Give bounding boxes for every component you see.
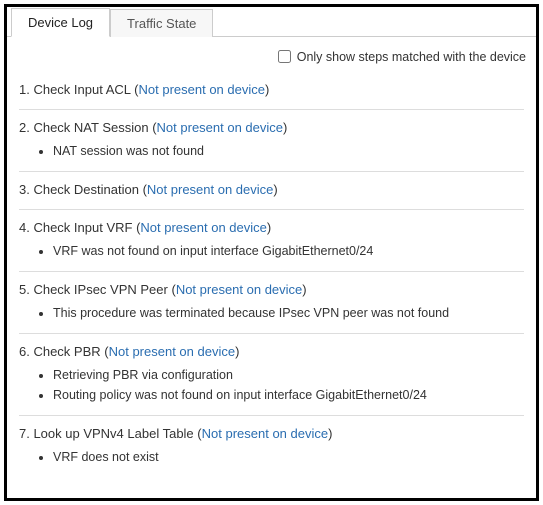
step-number: 6. bbox=[19, 344, 30, 359]
step-number: 1. bbox=[19, 82, 30, 97]
step: 4. Check Input VRF (Not present on devic… bbox=[19, 210, 524, 272]
step-title: 4. Check Input VRF (Not present on devic… bbox=[19, 220, 524, 235]
step-note-link[interactable]: Not present on device bbox=[176, 282, 302, 297]
step-number: 7. bbox=[19, 426, 30, 441]
step: 5. Check IPsec VPN Peer (Not present on … bbox=[19, 272, 524, 334]
step: 6. Check PBR (Not present on device) Retr… bbox=[19, 334, 524, 416]
step-details: Retrieving PBR via configurationRouting … bbox=[19, 365, 524, 405]
only-matched-checkbox[interactable] bbox=[278, 50, 291, 63]
step: 3. Check Destination (Not present on dev… bbox=[19, 172, 524, 210]
step: 1. Check Input ACL (Not present on devic… bbox=[19, 72, 524, 110]
tab-bar: Device Log Traffic State bbox=[7, 7, 536, 37]
step-detail-item: Retrieving PBR via configuration bbox=[53, 365, 524, 385]
step-detail-item: NAT session was not found bbox=[53, 141, 524, 161]
step-number: 3. bbox=[19, 182, 30, 197]
step-name: Check Input VRF bbox=[30, 220, 136, 235]
step-name: Check PBR bbox=[30, 344, 104, 359]
step-name: Check Destination bbox=[30, 182, 143, 197]
step-name: Check IPsec VPN Peer bbox=[30, 282, 172, 297]
step-name: Check NAT Session bbox=[30, 120, 152, 135]
step-note-link[interactable]: Not present on device bbox=[202, 426, 328, 441]
step-note-link[interactable]: Not present on device bbox=[109, 344, 235, 359]
step: 7. Look up VPNv4 Label Table (Not presen… bbox=[19, 416, 524, 477]
step-name: Look up VPNv4 Label Table bbox=[30, 426, 197, 441]
step-title: 2. Check NAT Session (Not present on dev… bbox=[19, 120, 524, 135]
step-title: 3. Check Destination (Not present on dev… bbox=[19, 182, 524, 197]
steps-list: 1. Check Input ACL (Not present on devic… bbox=[7, 72, 536, 487]
step-note-link[interactable]: Not present on device bbox=[157, 120, 283, 135]
step-detail-item: VRF was not found on input interface Gig… bbox=[53, 241, 524, 261]
step-title: 1. Check Input ACL (Not present on devic… bbox=[19, 82, 524, 97]
step-detail-item: VRF does not exist bbox=[53, 447, 524, 467]
step-note-link[interactable]: Not present on device bbox=[140, 220, 266, 235]
step-detail-item: This procedure was terminated because IP… bbox=[53, 303, 524, 323]
step-number: 2. bbox=[19, 120, 30, 135]
step-details: VRF was not found on input interface Gig… bbox=[19, 241, 524, 261]
only-matched-label: Only show steps matched with the device bbox=[297, 50, 526, 64]
step-title: 7. Look up VPNv4 Label Table (Not presen… bbox=[19, 426, 524, 441]
tab-device-log[interactable]: Device Log bbox=[11, 8, 110, 37]
tab-traffic-state[interactable]: Traffic State bbox=[110, 9, 213, 37]
step-details: NAT session was not found bbox=[19, 141, 524, 161]
step-title: 6. Check PBR (Not present on device) bbox=[19, 344, 524, 359]
step: 2. Check NAT Session (Not present on dev… bbox=[19, 110, 524, 172]
step-number: 5. bbox=[19, 282, 30, 297]
step-number: 4. bbox=[19, 220, 30, 235]
filter-row: Only show steps matched with the device bbox=[7, 37, 536, 72]
step-note-link[interactable]: Not present on device bbox=[147, 182, 273, 197]
step-title: 5. Check IPsec VPN Peer (Not present on … bbox=[19, 282, 524, 297]
step-name: Check Input ACL bbox=[30, 82, 134, 97]
step-note-link[interactable]: Not present on device bbox=[139, 82, 265, 97]
step-details: VRF does not exist bbox=[19, 447, 524, 467]
step-detail-item: Routing policy was not found on input in… bbox=[53, 385, 524, 405]
step-details: This procedure was terminated because IP… bbox=[19, 303, 524, 323]
device-log-panel: Device Log Traffic State Only show steps… bbox=[4, 4, 539, 501]
